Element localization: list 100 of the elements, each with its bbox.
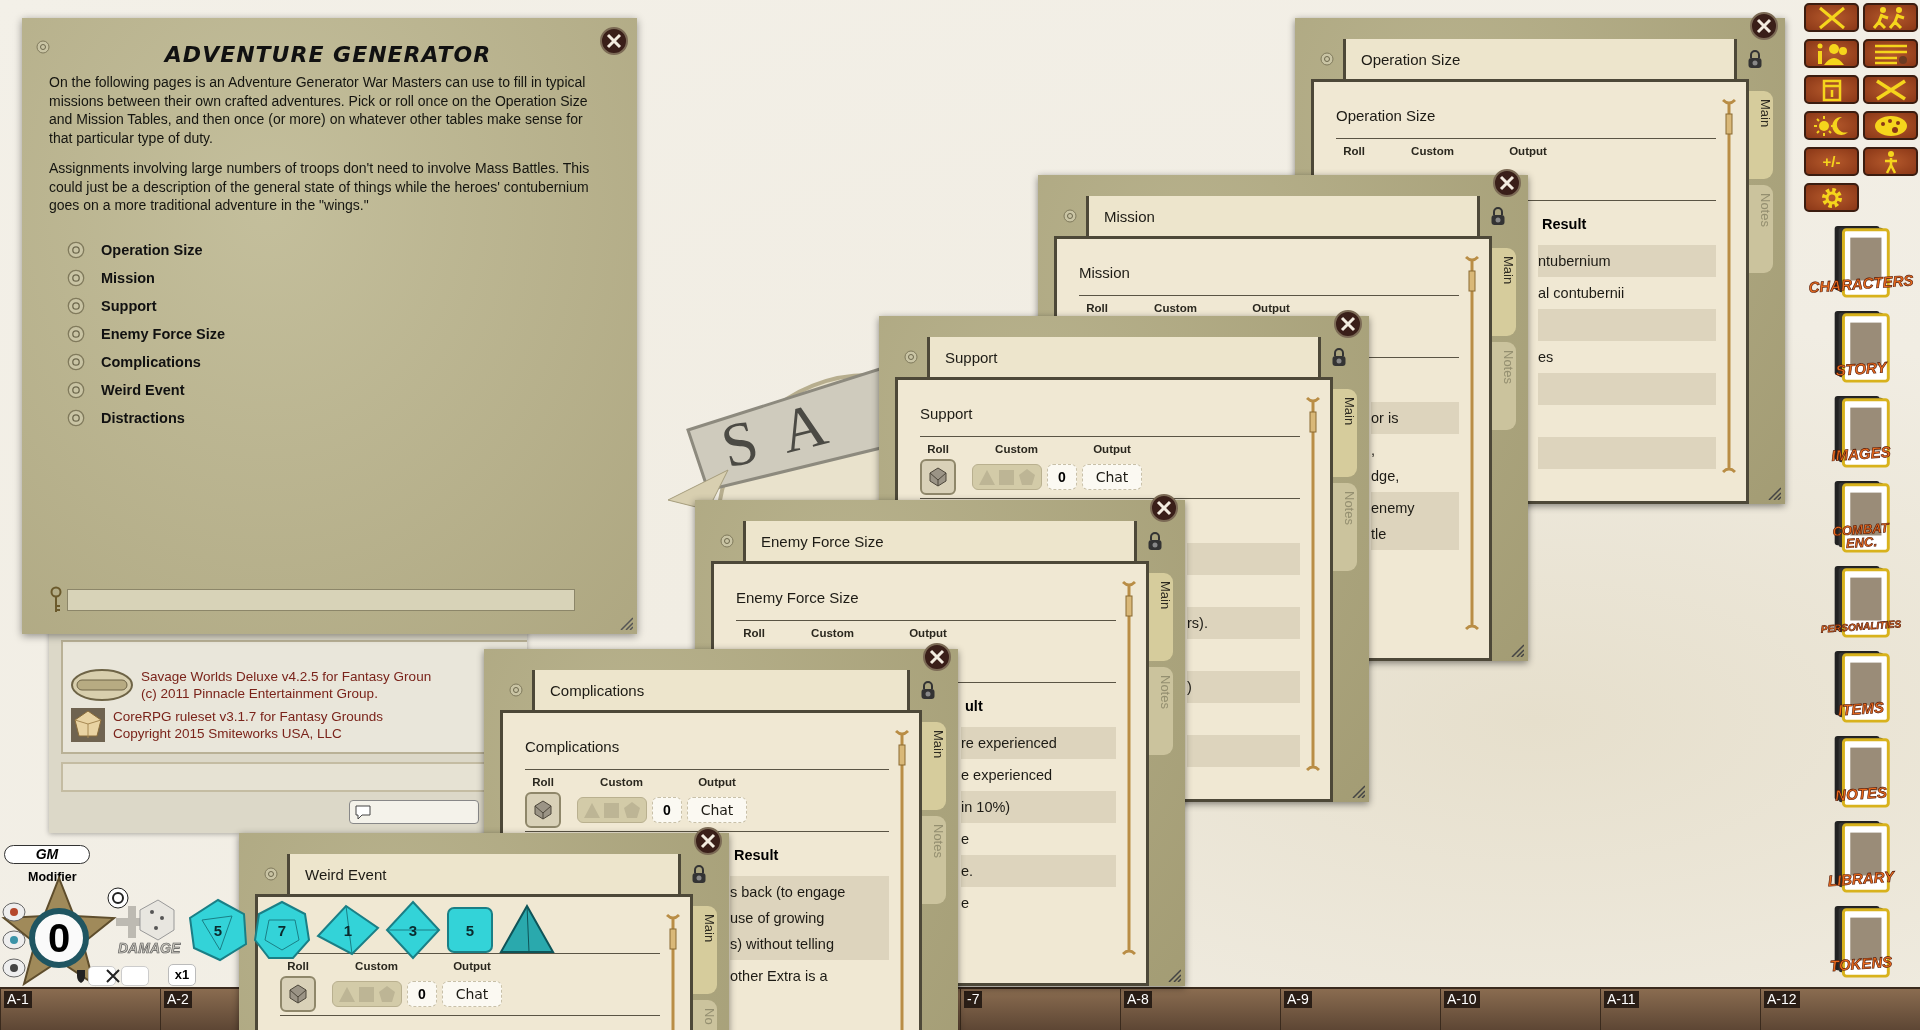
output-button[interactable]: Chat xyxy=(687,797,747,823)
side-tab[interactable]: Main xyxy=(1333,389,1357,477)
deck-label[interactable]: NOTES xyxy=(1834,783,1888,804)
deck-label[interactable]: ITEMS xyxy=(1837,698,1885,719)
deck-label[interactable]: IMAGES xyxy=(1830,442,1892,465)
die-icon xyxy=(114,898,176,942)
modifier-field[interactable]: 0 xyxy=(652,797,682,823)
result-row: enemy tle xyxy=(1371,492,1459,550)
close-button[interactable] xyxy=(1750,12,1778,40)
close-button[interactable] xyxy=(1493,169,1521,197)
damage-field[interactable] xyxy=(121,966,149,986)
toolbar-button[interactable] xyxy=(1863,3,1918,32)
crossed-swords-icon xyxy=(106,969,120,983)
description-text: On the following pages is an Adventure Generator War Masters can use to fill in typical missions between their own crafted adventures. Pick or roll once on the Operation Size and Mission Tables, and then once (or more) on whatever other tables make sense for that particular type of duty. xyxy=(49,73,589,147)
toolbar-button[interactable] xyxy=(1804,75,1859,104)
table-link[interactable]: Distractions xyxy=(101,409,185,426)
lock-icon xyxy=(1747,49,1763,69)
result-row: in 10%) xyxy=(961,791,1116,823)
close-button[interactable] xyxy=(1334,310,1362,338)
output-button[interactable]: Chat xyxy=(1082,464,1142,490)
identity-label: GM xyxy=(4,845,90,864)
resize-grip-icon xyxy=(1167,968,1181,982)
toolbar-button[interactable] xyxy=(1863,147,1918,176)
damage-label: DAMAGE xyxy=(118,940,181,956)
grid-label: A-12 xyxy=(1764,991,1800,1008)
table-heading: Complications xyxy=(525,737,621,757)
window-title: Weird Event xyxy=(287,854,681,894)
close-icon xyxy=(923,643,951,671)
side-tab[interactable]: Main xyxy=(922,722,946,810)
deck-label[interactable]: COMBAT ENC. xyxy=(1828,520,1894,552)
close-button[interactable] xyxy=(923,643,951,671)
multiplier-button[interactable]: x1 xyxy=(168,964,196,986)
eight-sided-die: 3 xyxy=(385,900,441,960)
status-icon xyxy=(2,902,26,922)
toolbar-button[interactable]: +/- xyxy=(1804,147,1859,176)
table-link[interactable]: Complications xyxy=(101,353,201,370)
roll-button[interactable] xyxy=(920,459,956,495)
table-heading: Support xyxy=(920,404,974,424)
search-field[interactable] xyxy=(67,589,575,611)
pin-icon xyxy=(904,350,918,364)
chat-field[interactable] xyxy=(349,800,479,824)
close-button[interactable] xyxy=(694,827,722,855)
table-link[interactable]: Operation Size xyxy=(101,241,203,258)
grid-label: A-10 xyxy=(1444,991,1480,1008)
close-button[interactable] xyxy=(1150,494,1178,522)
standing-figure-icon xyxy=(1883,149,1898,174)
roll-button[interactable] xyxy=(280,976,316,1012)
table-link[interactable]: Weird Event xyxy=(101,381,185,398)
modifier-label: Modifier xyxy=(28,870,77,884)
table-link[interactable]: Support xyxy=(101,297,157,314)
modifier-field[interactable]: 0 xyxy=(407,981,437,1007)
toolbar-button[interactable] xyxy=(1863,75,1918,104)
column-header: Result xyxy=(734,846,779,865)
close-button[interactable] xyxy=(600,27,628,55)
deck-label[interactable]: LIBRARY xyxy=(1827,867,1895,890)
output-button[interactable]: Chat xyxy=(442,981,502,1007)
deck-label[interactable]: STORY xyxy=(1834,358,1888,379)
deck-label[interactable]: TOKENS xyxy=(1829,952,1893,975)
deck-label[interactable]: PERSONALITIES xyxy=(1820,618,1902,635)
status-icon xyxy=(2,958,26,978)
pin-icon xyxy=(36,40,50,54)
side-tab[interactable]: Main xyxy=(693,906,717,994)
close-icon xyxy=(1150,494,1178,522)
twenty-sided-die: 5 xyxy=(188,898,248,962)
status-icon xyxy=(2,930,26,950)
close-icon xyxy=(1750,12,1778,40)
credit-text: (c) 2011 Pinnacle Entertainment Group. xyxy=(141,685,379,702)
toolbar-button[interactable] xyxy=(1804,111,1859,140)
window-title: Support xyxy=(927,337,1321,377)
resize-grip-icon xyxy=(1510,643,1524,657)
column-label: Roll xyxy=(1342,145,1366,159)
column-label: Output xyxy=(452,960,492,974)
grid-label: A-9 xyxy=(1284,991,1312,1008)
toolbar-button[interactable] xyxy=(1804,183,1859,212)
result-row-text: other Extra is a xyxy=(730,967,829,986)
pin-icon xyxy=(264,867,278,881)
result-row: rs). xyxy=(1187,607,1300,639)
table-link[interactable]: Mission xyxy=(101,269,155,286)
side-tab[interactable]: Main xyxy=(1492,248,1516,336)
side-tab[interactable]: Main xyxy=(1749,91,1773,179)
result-row: ) xyxy=(1187,671,1300,703)
table-link[interactable]: Enemy Force Size xyxy=(101,325,226,342)
window-title: Operation Size xyxy=(1343,39,1737,79)
window-title: Complications xyxy=(532,670,910,710)
side-tab[interactable]: Main xyxy=(1149,573,1173,661)
twelve-sided-die: 7 xyxy=(253,900,311,960)
toolbar-button[interactable] xyxy=(1804,39,1859,68)
shield-icon xyxy=(76,969,86,983)
column-label: Roll xyxy=(1085,302,1109,316)
pin-icon xyxy=(720,534,734,548)
toolbar-button[interactable] xyxy=(1863,39,1918,68)
link-bolt-icon xyxy=(67,324,85,343)
toolbar-button[interactable] xyxy=(1804,3,1859,32)
roll-button[interactable] xyxy=(525,792,561,828)
column-label: Output xyxy=(1092,443,1132,457)
column-label: Output xyxy=(1251,302,1291,316)
modifier-field[interactable]: 0 xyxy=(1047,464,1077,490)
toolbar-button[interactable] xyxy=(1863,111,1918,140)
result-row-text: al contubernii xyxy=(1538,284,1626,303)
damage-field[interactable] xyxy=(88,966,116,986)
